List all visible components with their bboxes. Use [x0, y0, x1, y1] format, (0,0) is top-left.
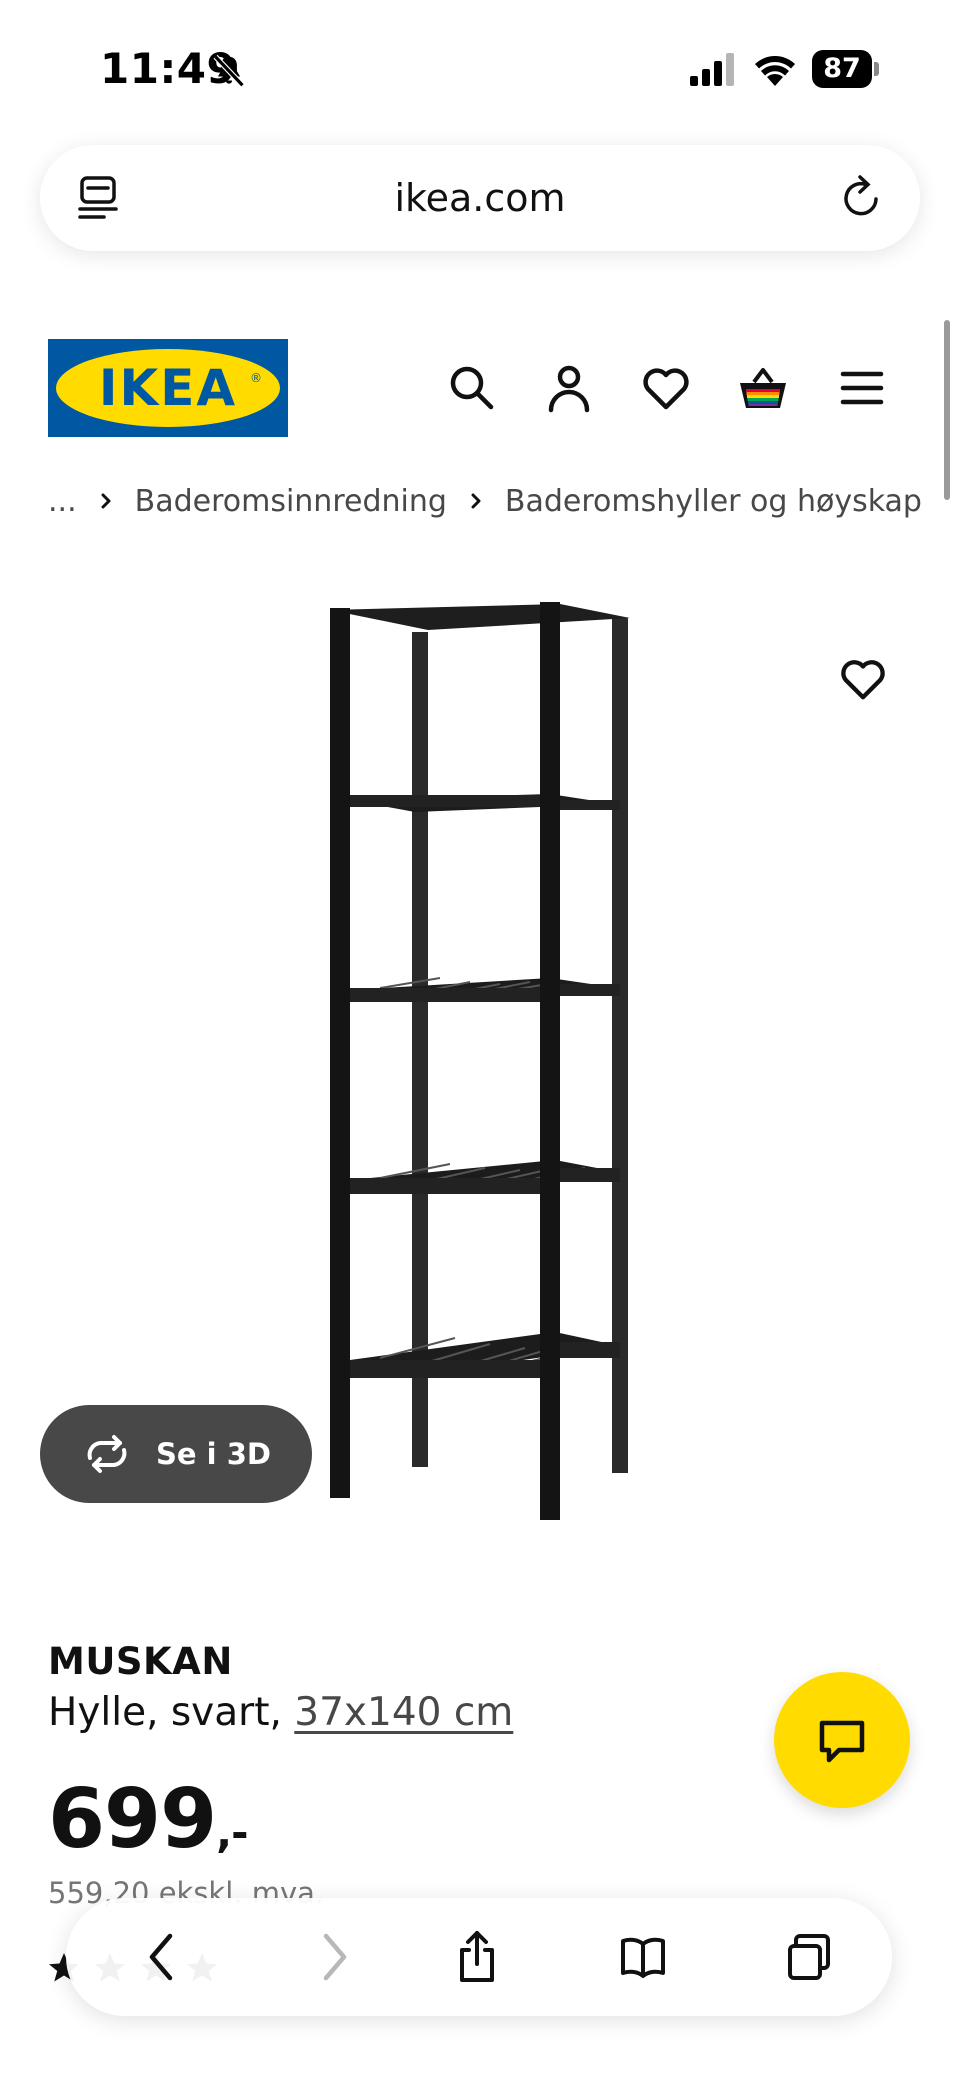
product-description: Hylle, svart, 37x140 cm: [48, 1690, 513, 1735]
book-icon: [621, 1937, 665, 1978]
price-suffix: ,-: [216, 1808, 248, 1857]
chevron-right-icon: [101, 493, 111, 509]
back-button[interactable]: [118, 1898, 208, 2016]
scroll-indicator: [944, 320, 950, 500]
ikea-logo[interactable]: IKEA ®: [48, 339, 288, 437]
product-price: 699,-: [48, 1772, 249, 1867]
product-name: MUSKAN: [48, 1640, 233, 1683]
add-to-favourites-icon[interactable]: [838, 654, 888, 704]
bookmarks-button[interactable]: [598, 1898, 688, 2016]
registered-mark: ®: [250, 371, 262, 385]
chevron-left-icon: [149, 1933, 173, 1981]
heart-icon[interactable]: [640, 362, 692, 414]
rotate-3d-icon: [87, 1435, 127, 1473]
chevron-right-icon: [471, 493, 481, 509]
tabs-button[interactable]: [764, 1898, 854, 2016]
browser-toolbar: [66, 1898, 892, 2016]
product-image[interactable]: [300, 590, 660, 1530]
chevron-right-icon: [323, 1933, 347, 1981]
forward-button[interactable]: [288, 1898, 378, 2016]
bell-muted-icon: [213, 54, 245, 88]
battery-indicator: 87: [812, 50, 879, 88]
search-icon[interactable]: [446, 362, 498, 414]
profile-icon[interactable]: [543, 362, 595, 414]
view-in-3d-label: Se i 3D: [156, 1437, 271, 1471]
view-in-3d-button[interactable]: Se i 3D: [40, 1405, 312, 1503]
breadcrumb-ellipsis[interactable]: ...: [48, 484, 77, 519]
battery-level: 87: [812, 50, 872, 88]
basket-icon[interactable]: [737, 362, 789, 414]
product-type: Hylle, svart,: [48, 1690, 282, 1735]
share-button[interactable]: [432, 1898, 522, 2016]
url-bar[interactable]: ikea.com: [40, 145, 920, 251]
cellular-signal-icon: [690, 53, 734, 86]
share-icon: [460, 1931, 494, 1982]
breadcrumb-item-baderomshyller[interactable]: Baderomshyller og høyskap: [505, 484, 922, 519]
url-text[interactable]: ikea.com: [40, 145, 920, 251]
menu-icon[interactable]: [836, 362, 888, 414]
chat-icon: [819, 1720, 865, 1763]
breadcrumb: ... Baderomsinnredning Baderomshyller og…: [48, 478, 922, 524]
breadcrumb-item-baderomsinnredning[interactable]: Baderomsinnredning: [135, 484, 447, 519]
battery-tip: [874, 62, 879, 76]
price-value: 699: [48, 1772, 217, 1867]
logo-text: IKEA: [98, 359, 238, 417]
status-bar: 11:49 87: [0, 0, 960, 130]
chat-button[interactable]: [774, 1672, 910, 1808]
product-size-link[interactable]: 37x140 cm: [294, 1690, 513, 1735]
tabs-icon: [788, 1934, 830, 1980]
wifi-icon: [755, 56, 795, 86]
reload-icon[interactable]: [838, 173, 886, 223]
